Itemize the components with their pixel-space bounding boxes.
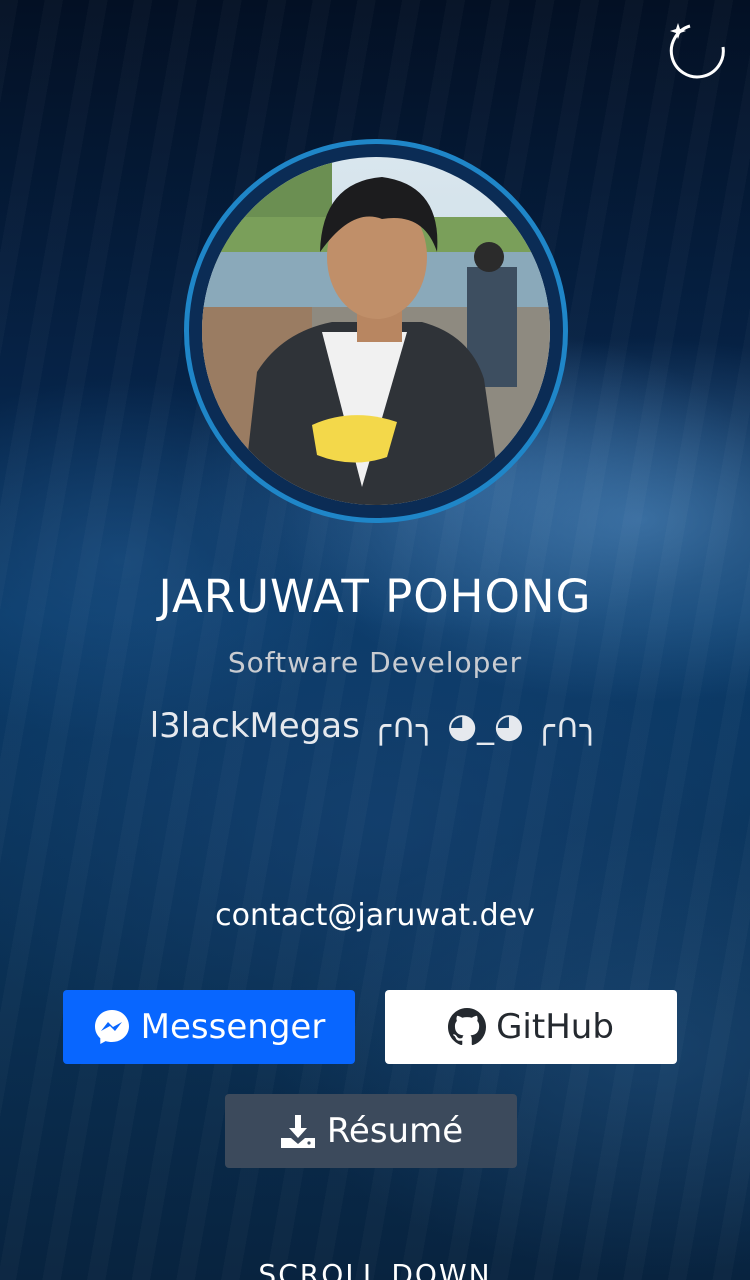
download-icon (280, 1115, 315, 1148)
avatar (202, 157, 550, 505)
messenger-button[interactable]: Messenger (63, 990, 355, 1064)
moon-sparkle-icon (669, 23, 725, 79)
profile-name: JARUWAT POHONG (158, 570, 592, 623)
github-icon (448, 1008, 487, 1046)
github-label: GitHub (496, 1007, 614, 1047)
github-button[interactable]: GitHub (385, 990, 677, 1064)
theme-toggle-button[interactable] (668, 22, 726, 80)
messenger-label: Messenger (140, 1007, 326, 1047)
scroll-down-hint[interactable]: SCROLL DOWN (0, 1258, 750, 1280)
profile-role: Software Developer (227, 646, 523, 679)
resume-label: Résumé (326, 1111, 464, 1151)
profile-handle: l3lackMegas ╭∩╮ ◕_◕ ╭∩╮ (149, 706, 601, 746)
resume-download-button[interactable]: Résumé (225, 1094, 517, 1168)
messenger-icon (94, 1010, 129, 1044)
email-link[interactable]: contact@jaruwat.dev (0, 898, 750, 933)
